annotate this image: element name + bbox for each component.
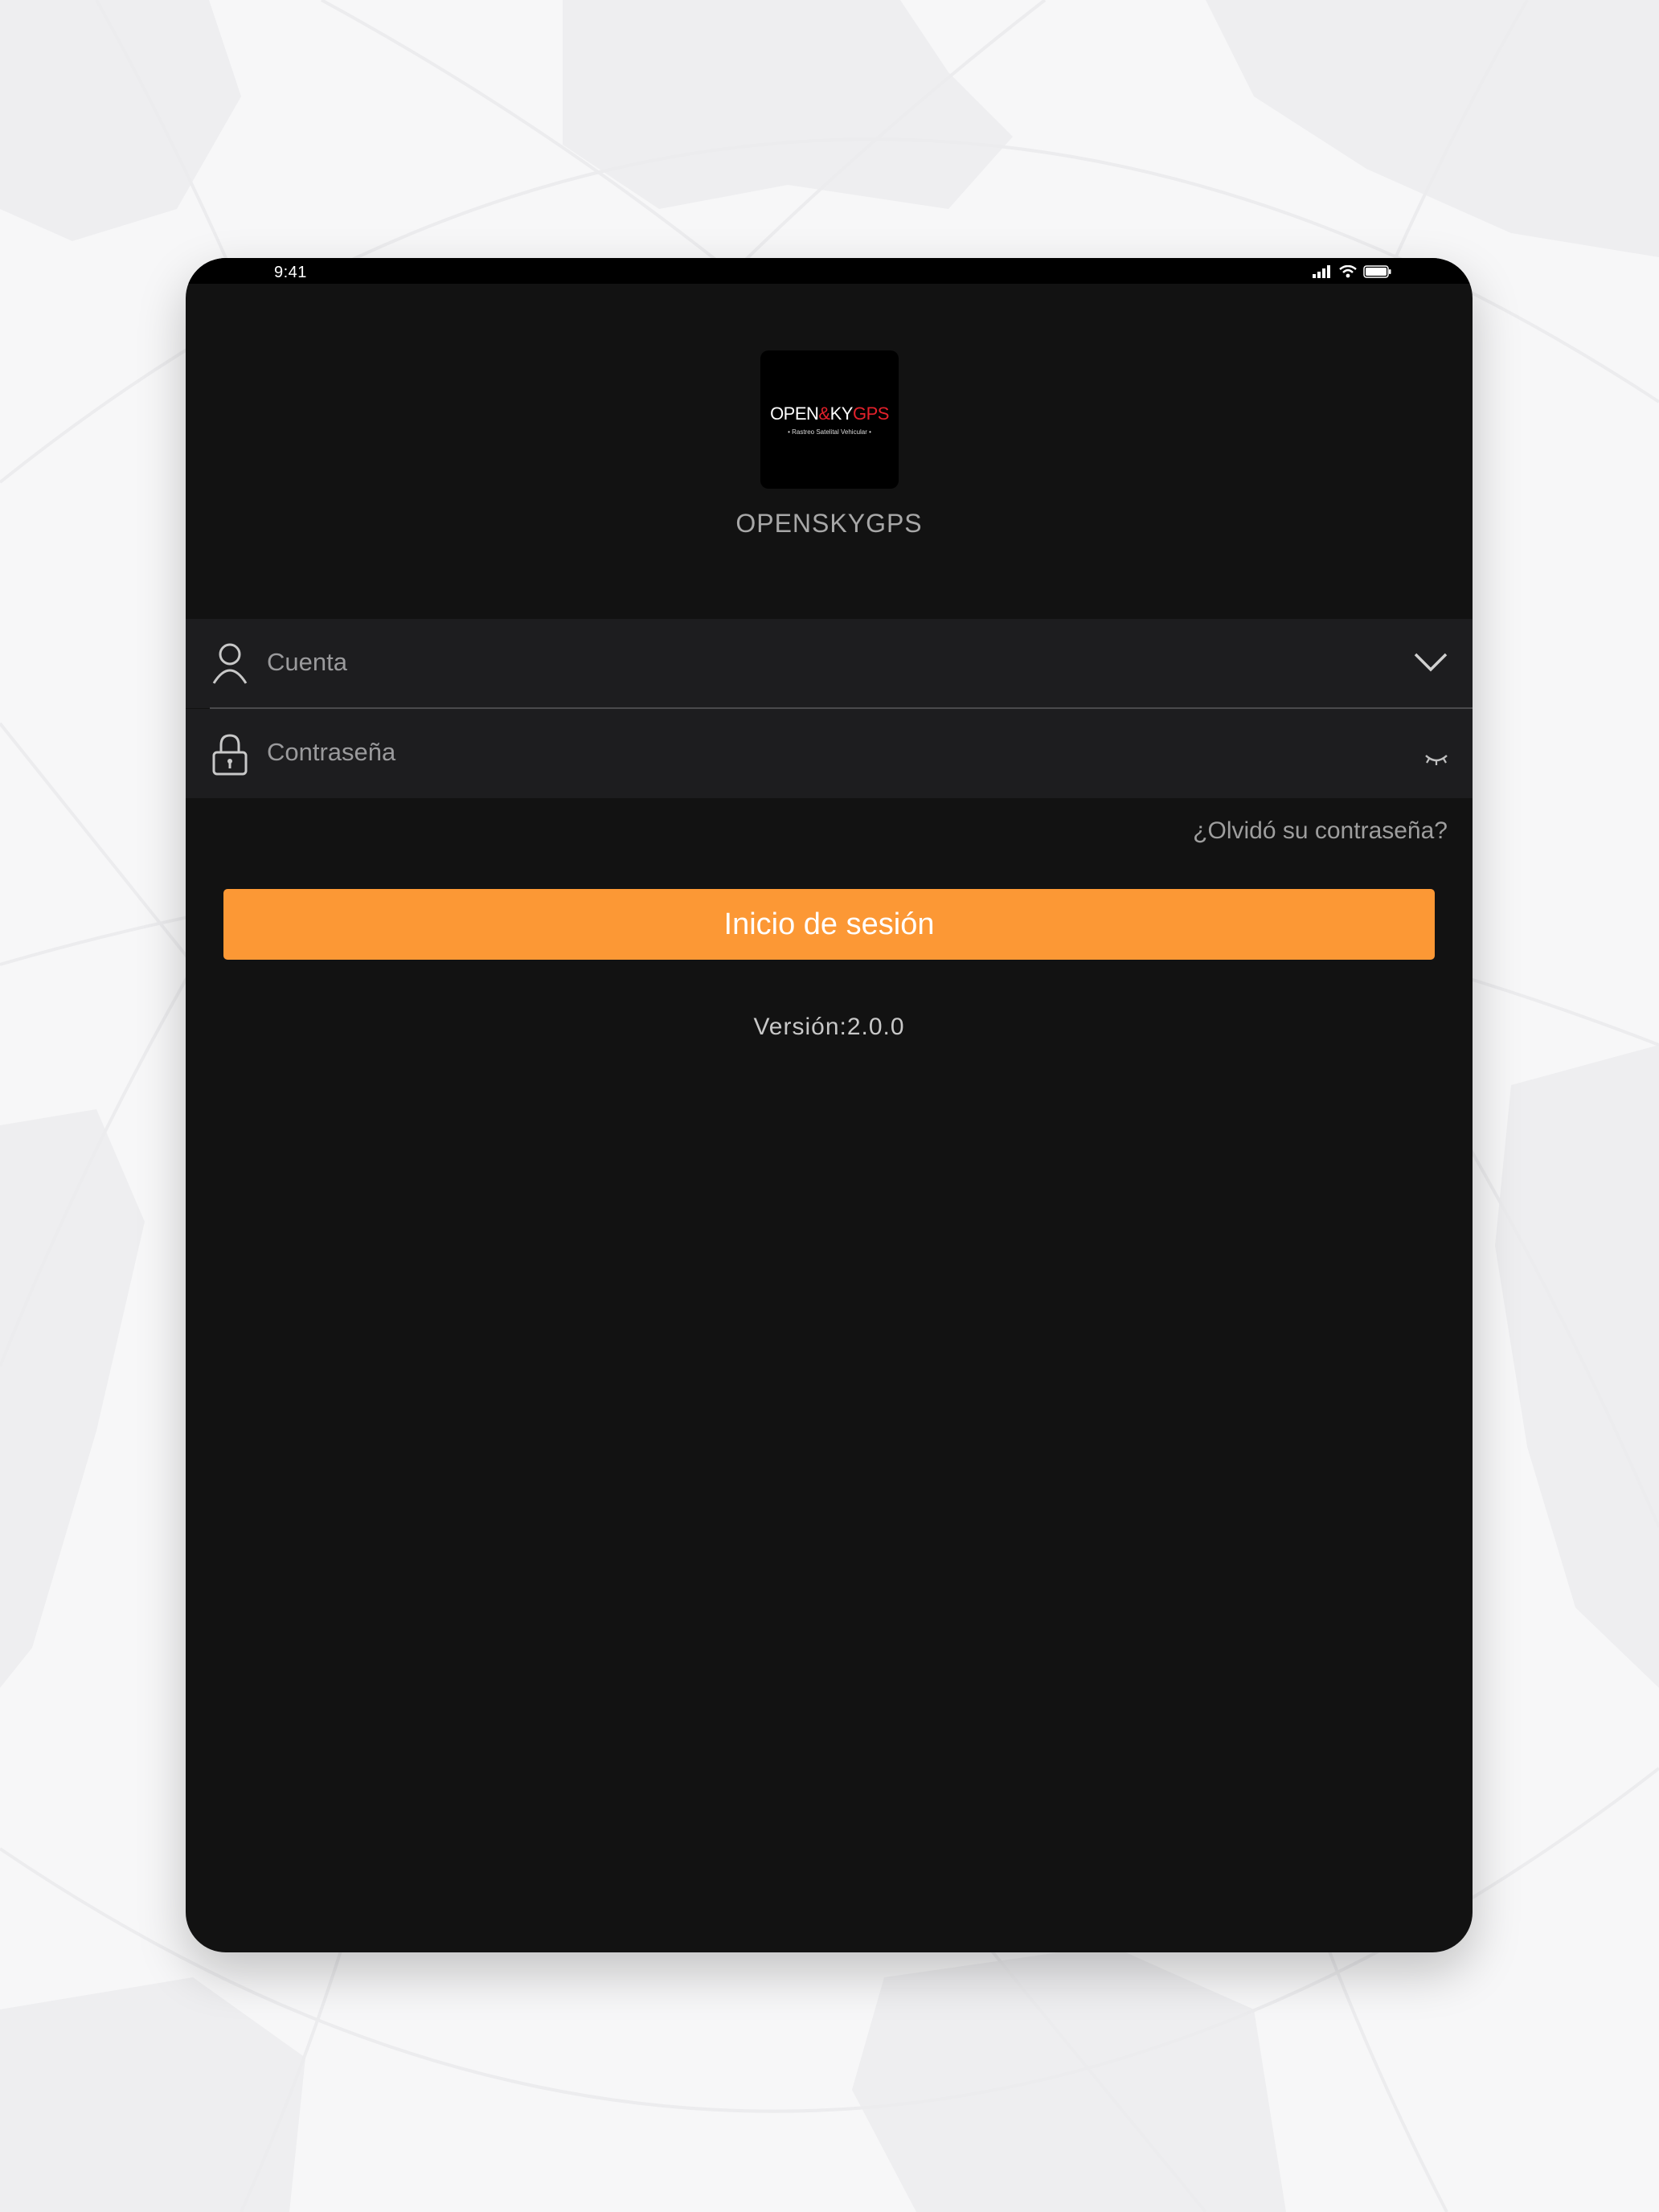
password-input[interactable]: Contraseña	[267, 738, 395, 767]
tablet-screen: 9:41 OPEN&KYGPS • Rastreo Satelital Vehi…	[186, 258, 1473, 1952]
account-field[interactable]: Cuenta	[186, 619, 1473, 708]
chevron-down-icon[interactable]	[1413, 649, 1448, 674]
user-icon	[212, 643, 248, 684]
battery-icon	[1363, 265, 1391, 278]
status-icons	[1312, 264, 1392, 279]
lock-icon	[212, 734, 248, 776]
logo-tagline: • Rastreo Satelital Vehicular •	[788, 428, 871, 436]
app-name: OPENSKYGPS	[735, 509, 923, 538]
signal-icon	[1313, 265, 1330, 278]
forgot-password-link[interactable]: ¿Olvidó su contraseña?	[1193, 817, 1448, 845]
status-bar: 9:41	[186, 258, 1473, 284]
login-button[interactable]: Inicio de sesión	[223, 889, 1435, 960]
wifi-icon	[1339, 265, 1357, 278]
status-time: 9:41	[274, 264, 307, 281]
eye-closed-icon[interactable]	[1424, 748, 1448, 772]
account-input[interactable]: Cuenta	[267, 648, 347, 677]
version-label: Versión:2.0.0	[753, 1014, 905, 1040]
logo-wordmark: OPEN&KYGPS	[770, 403, 889, 424]
password-field[interactable]: Contraseña	[186, 709, 1473, 798]
app-logo: OPEN&KYGPS • Rastreo Satelital Vehicular…	[760, 350, 899, 489]
